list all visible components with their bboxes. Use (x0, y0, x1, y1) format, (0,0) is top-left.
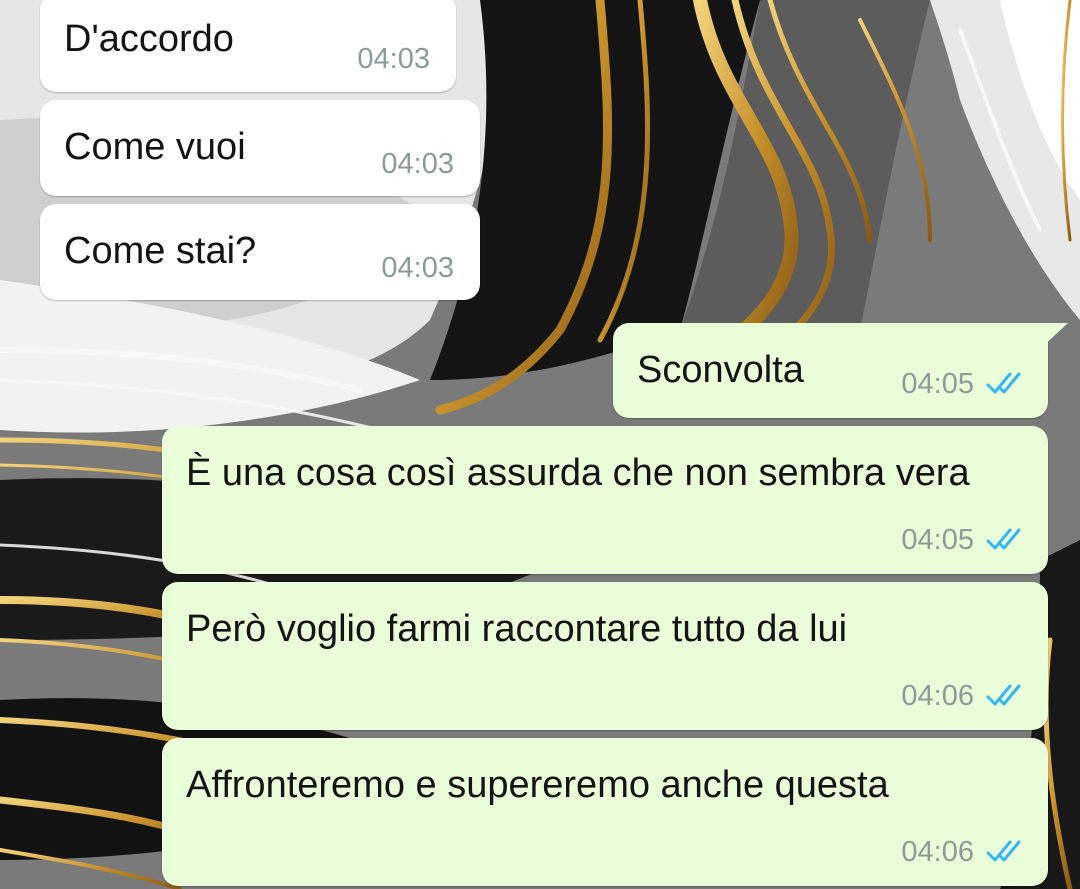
message-text: Come stai? (64, 230, 257, 272)
message-text: È una cosa così assurda che non sembra v… (186, 452, 970, 494)
incoming-message-bubble[interactable]: Come vuoi 04:03 (40, 100, 480, 196)
double-check-icon (986, 684, 1021, 706)
outgoing-message-bubble[interactable]: Però voglio farmi raccontare tutto da lu… (162, 582, 1048, 730)
message-timestamp: 04:05 (901, 524, 974, 556)
message-text: Come vuoi (64, 126, 246, 168)
message-timestamp: 04:06 (901, 680, 974, 712)
bubble-tail (1040, 323, 1068, 349)
message-text: Però voglio farmi raccontare tutto da lu… (186, 608, 848, 650)
double-check-icon (986, 840, 1021, 862)
incoming-message-bubble[interactable]: Come stai? 04:03 (40, 204, 480, 300)
message-text: Affronteremo e supereremo anche questa (186, 764, 889, 806)
outgoing-message-bubble[interactable]: Affronteremo e supereremo anche questa 0… (162, 738, 1048, 886)
double-check-icon (986, 372, 1021, 394)
outgoing-message-bubble[interactable]: È una cosa così assurda che non sembra v… (162, 426, 1048, 574)
message-text: D'accordo (64, 18, 234, 60)
message-timestamp: 04:06 (901, 836, 974, 868)
message-timestamp: 04:03 (381, 148, 454, 180)
double-check-icon (986, 528, 1021, 550)
outgoing-message-bubble[interactable]: Sconvolta 04:05 (613, 323, 1068, 418)
message-timestamp: 04:05 (901, 368, 974, 400)
message-timestamp: 04:03 (381, 252, 454, 284)
incoming-message-bubble[interactable]: D'accordo 04:03 (40, 0, 456, 92)
message-timestamp: 04:03 (357, 43, 430, 75)
message-text: Sconvolta (637, 349, 804, 391)
